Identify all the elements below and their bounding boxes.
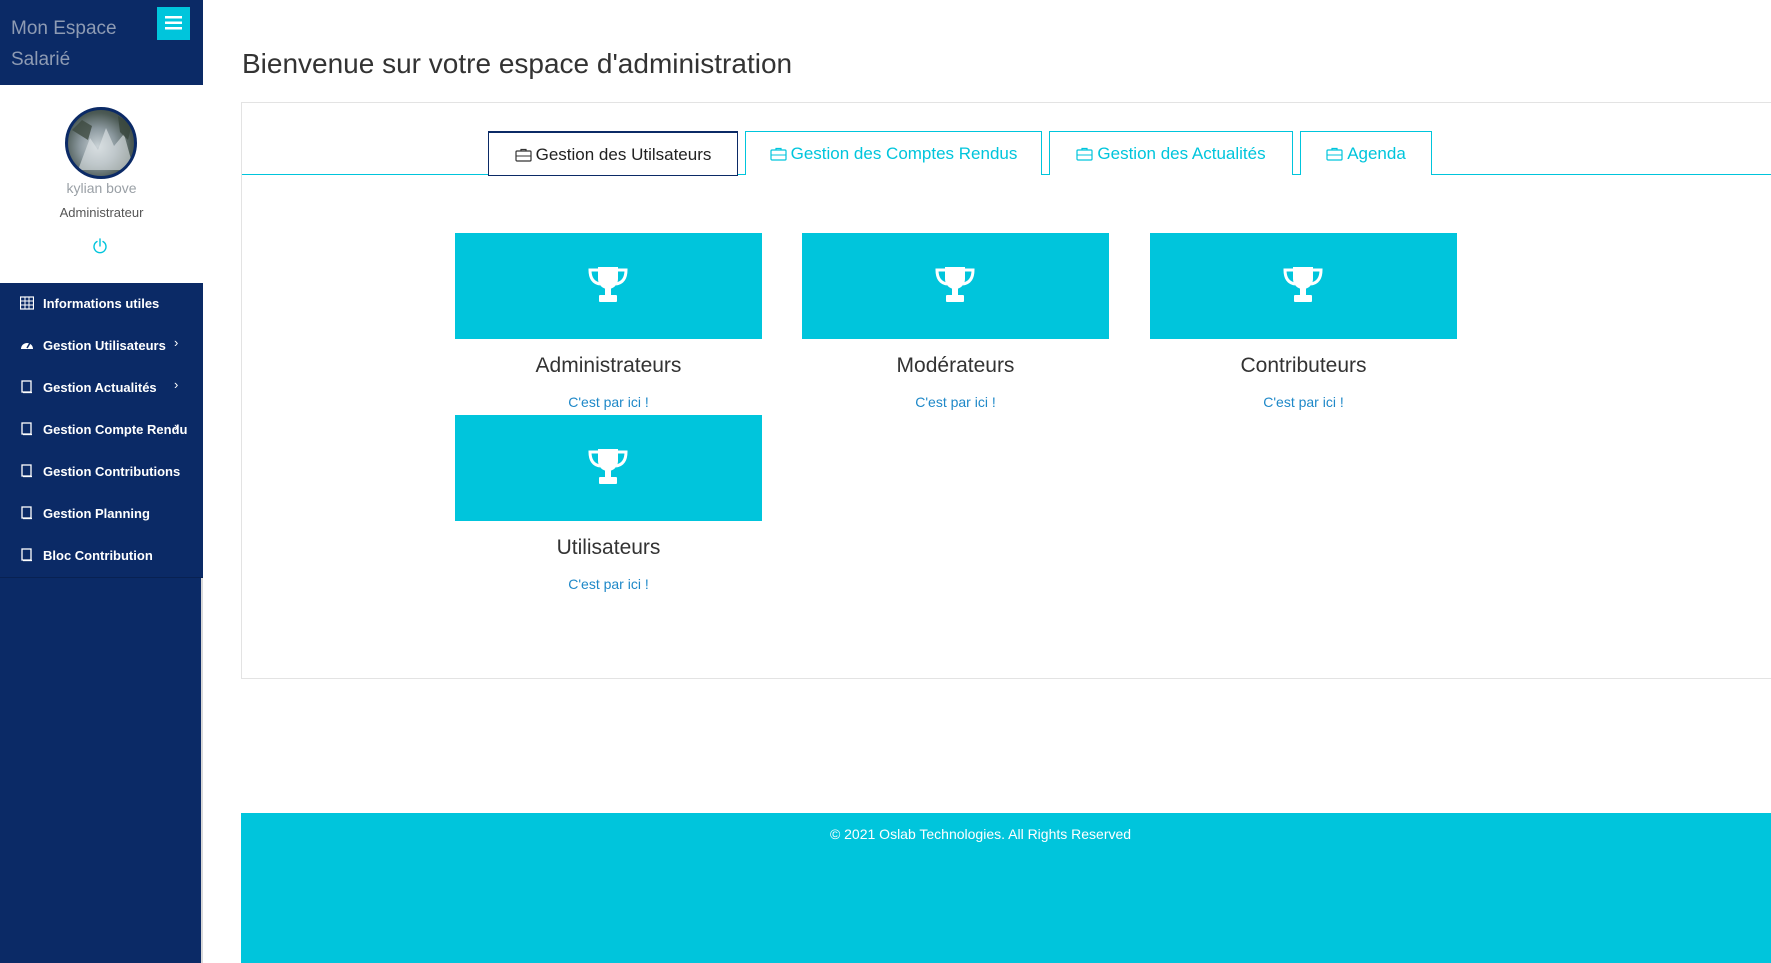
- sidebar-item-informations-utiles[interactable]: Informations utiles: [0, 283, 203, 325]
- user-profile: kylian bove Administrateur: [0, 85, 203, 283]
- sidebar-item-gestion-contributions[interactable]: Gestion Contributions: [0, 451, 203, 493]
- trophy-icon: [935, 267, 975, 302]
- card-tile-administrateurs[interactable]: [455, 233, 762, 339]
- admin-panel: Gestion des Utilsateurs Gestion des Comp…: [241, 102, 1771, 679]
- trophy-icon: [588, 267, 628, 302]
- card-tile-moderateurs[interactable]: [802, 233, 1109, 339]
- book-icon: [21, 506, 32, 520]
- trophy-icon: [1283, 267, 1323, 302]
- book-icon: [21, 422, 32, 436]
- chevron-right-icon: ›: [174, 419, 179, 434]
- sidebar-item-label: Informations utiles: [43, 296, 160, 311]
- sidebar-item-label: Bloc Contribution: [43, 548, 153, 563]
- tab-gestion-utilisateurs[interactable]: Gestion des Utilsateurs: [488, 131, 738, 176]
- tab-label: Gestion des Actualités: [1097, 144, 1266, 163]
- sidebar: Mon Espace Salarié kylian bove Administr…: [0, 0, 203, 963]
- page-title: Bienvenue sur votre espace d'administrat…: [242, 48, 793, 79]
- card-link[interactable]: C'est par ici !: [455, 394, 762, 410]
- card-link[interactable]: C'est par ici !: [455, 576, 762, 592]
- book-icon: [21, 548, 32, 562]
- trophy-icon: [588, 449, 628, 484]
- book-icon: [21, 464, 32, 478]
- tab-label: Gestion des Utilsateurs: [535, 145, 712, 164]
- chevron-right-icon: ›: [174, 377, 179, 392]
- card-tile-utilisateurs[interactable]: [455, 415, 762, 521]
- footer-copyright: © 2021 Oslab Technologies. All Rights Re…: [829, 826, 1132, 842]
- dashboard-icon: [21, 342, 33, 349]
- card-title: Contributeurs: [1240, 354, 1367, 377]
- tab-label: Gestion des Comptes Rendus: [790, 144, 1018, 163]
- briefcase-icon: [515, 148, 532, 162]
- profile-role: Administrateur: [59, 205, 144, 220]
- card-title: Administrateurs: [535, 354, 682, 377]
- sidebar-item-gestion-compte-rendu[interactable]: Gestion Compte Rendu ›: [0, 409, 203, 451]
- table-icon: [20, 296, 34, 310]
- sidebar-item-gestion-actualites[interactable]: Gestion Actualités ›: [0, 367, 203, 409]
- brand-title: Mon Espace Salarié: [11, 18, 117, 70]
- briefcase-icon: [1076, 147, 1093, 161]
- sidebar-item-bloc-contribution[interactable]: Bloc Contribution: [0, 535, 203, 577]
- sidebar-item-label: Gestion Planning: [43, 506, 150, 521]
- sidebar-item-label: Gestion Utilisateurs: [43, 338, 166, 353]
- card-link[interactable]: C'est par ici !: [802, 394, 1109, 410]
- sidebar-item-label: Gestion Compte Rendu: [43, 422, 188, 437]
- book-icon: [21, 380, 32, 394]
- tab-label: Agenda: [1347, 144, 1406, 163]
- card-title: Modérateurs: [896, 354, 1015, 377]
- sidebar-item-gestion-planning[interactable]: Gestion Planning: [0, 493, 203, 535]
- sidebar-item-label: Gestion Actualités: [43, 380, 157, 395]
- profile-name: kylian bove: [66, 180, 137, 196]
- hamburger-icon: [165, 16, 182, 30]
- footer: © 2021 Oslab Technologies. All Rights Re…: [241, 813, 1771, 963]
- card-link[interactable]: C'est par ici !: [1150, 394, 1457, 410]
- sidebar-nav: Informations utiles Gestion Utilisateurs…: [0, 283, 203, 578]
- tab-agenda[interactable]: Agenda: [1300, 131, 1432, 175]
- power-icon[interactable]: [92, 238, 108, 254]
- card-tile-contributeurs[interactable]: [1150, 233, 1457, 339]
- chevron-right-icon: ›: [174, 335, 179, 350]
- avatar: [65, 107, 137, 179]
- card-title: Utilisateurs: [556, 536, 661, 559]
- sidebar-item-label: Gestion Contributions: [43, 464, 181, 479]
- tab-gestion-actualites[interactable]: Gestion des Actualités: [1049, 131, 1293, 175]
- tab-gestion-comptes-rendus[interactable]: Gestion des Comptes Rendus: [745, 131, 1042, 175]
- briefcase-icon: [769, 147, 787, 161]
- sidebar-item-gestion-utilisateurs[interactable]: Gestion Utilisateurs ›: [0, 325, 203, 367]
- menu-toggle-button[interactable]: [157, 7, 190, 40]
- briefcase-icon: [1326, 147, 1343, 161]
- brand-header: Mon Espace Salarié: [0, 0, 203, 85]
